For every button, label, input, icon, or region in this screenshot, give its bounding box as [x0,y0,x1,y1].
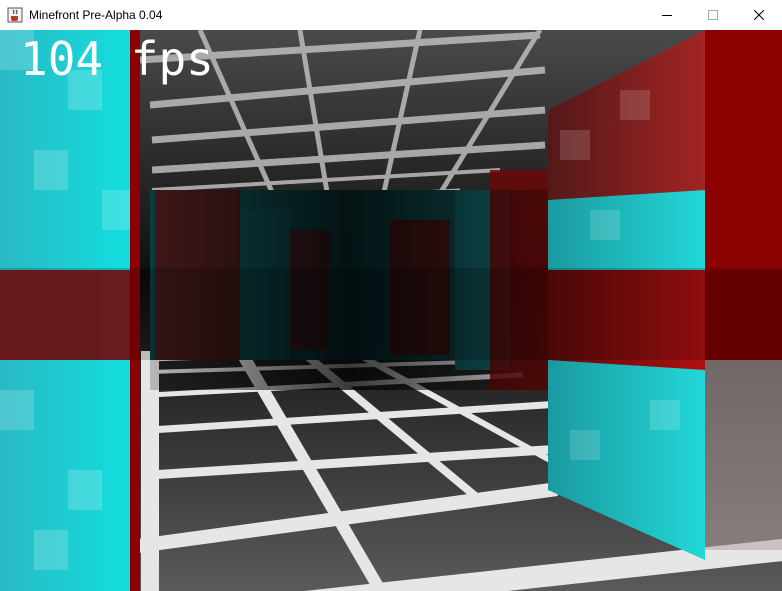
java-cup-icon[interactable] [7,7,23,23]
maximize-button[interactable] [690,0,736,30]
title-bar[interactable]: Minefront Pre-Alpha 0.04 [0,0,782,30]
horizon-shade [0,268,782,360]
close-button[interactable] [736,0,782,30]
maximize-icon [708,10,718,20]
right-wall-side-red [705,30,782,270]
minimize-button[interactable] [644,0,690,30]
window-title: Minefront Pre-Alpha 0.04 [29,8,163,22]
right-wall-side-lower [705,360,782,550]
close-icon [754,10,764,20]
game-render [0,30,782,591]
fps-counter: 104 fps [20,32,214,86]
minimize-icon [662,15,672,16]
game-viewport[interactable]: 104 fps [0,30,782,591]
window-controls [644,0,782,30]
